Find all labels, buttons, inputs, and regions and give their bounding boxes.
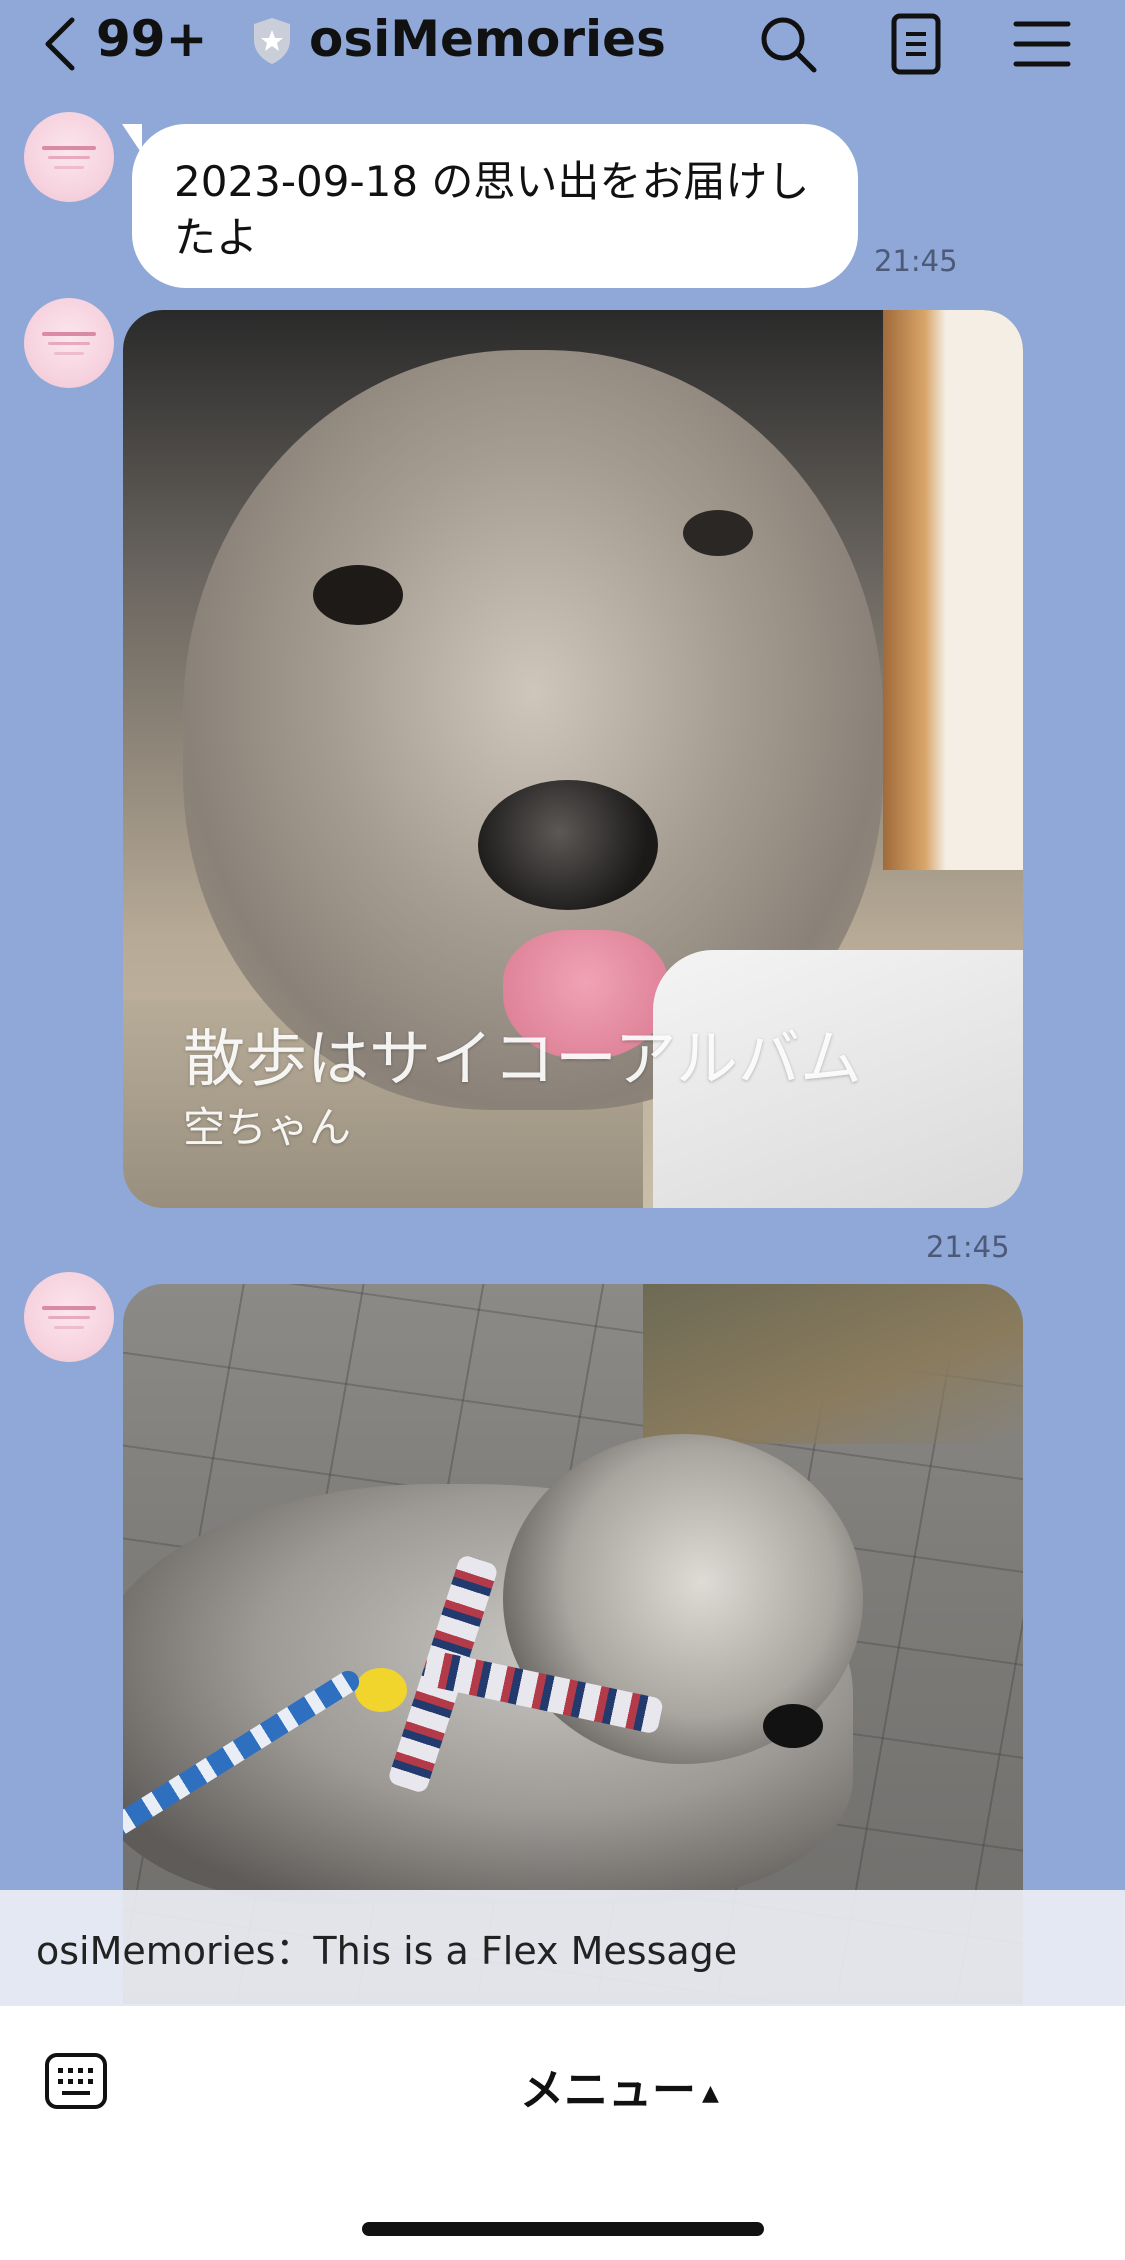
message-text: 2023-09-18 の思い出をお届けしたよ xyxy=(174,157,810,262)
album-title: 散歩はサイコーアルバム xyxy=(183,1022,862,1095)
chat-title[interactable]: osiMemories xyxy=(309,10,666,68)
search-icon[interactable] xyxy=(756,12,820,76)
message-preview-banner[interactable]: osiMemories：This is a Flex Message xyxy=(0,1890,1125,2006)
message-time: 21:45 xyxy=(926,1230,1010,1264)
official-account-badge-icon xyxy=(254,18,290,64)
keyboard-icon[interactable] xyxy=(44,2052,108,2110)
message-time: 21:45 xyxy=(874,244,958,278)
message-preview-text: osiMemories：This is a Flex Message xyxy=(36,1929,738,1973)
notes-icon[interactable] xyxy=(884,12,948,76)
bottom-bar: メニュー ▲ xyxy=(0,2006,1125,2260)
chat-header: 99+ osiMemories xyxy=(0,0,1125,82)
menu-icon[interactable] xyxy=(1010,12,1074,76)
message-bubble[interactable]: 2023-09-18 の思い出をお届けしたよ xyxy=(132,124,858,288)
sender-avatar[interactable] xyxy=(24,298,114,388)
album-subtitle: 空ちゃん xyxy=(183,1103,352,1152)
caret-up-icon: ▲ xyxy=(702,2080,719,2106)
unread-count[interactable]: 99+ xyxy=(96,10,207,68)
back-arrow-icon[interactable] xyxy=(40,14,80,74)
sender-avatar[interactable] xyxy=(24,112,114,202)
home-indicator xyxy=(362,2222,764,2236)
menu-label: メニュー xyxy=(520,2065,696,2116)
photo-card[interactable]: 散歩はサイコーアルバム 空ちゃん xyxy=(123,310,1023,1208)
sender-avatar[interactable] xyxy=(24,1272,114,1362)
rich-menu-toggle[interactable]: メニュー ▲ xyxy=(520,2054,719,2118)
